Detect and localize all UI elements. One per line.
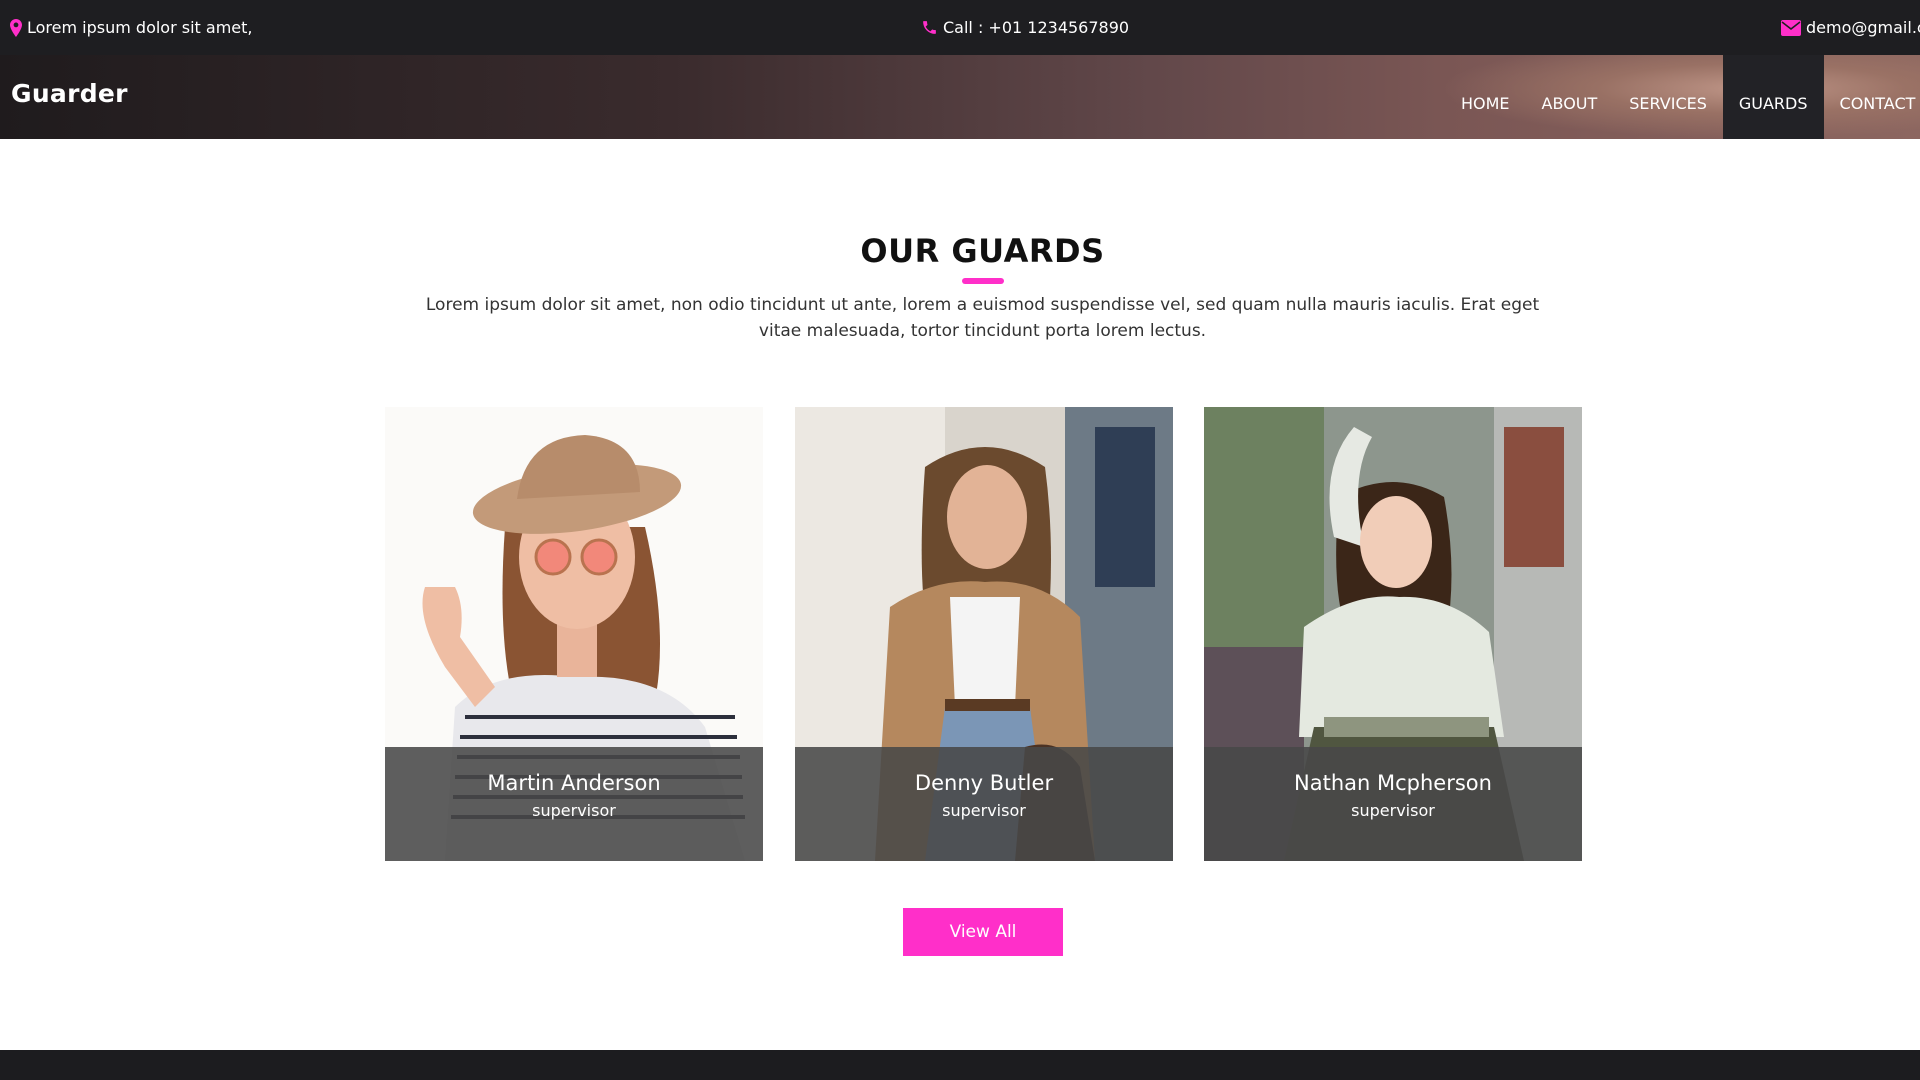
section-description: Lorem ipsum dolor sit amet, non odio tin… (425, 295, 1540, 341)
guard-card[interactable]: Nathan Mcpherson supervisor (1204, 407, 1582, 861)
address-text: Lorem ipsum dolor sit amet, (27, 18, 253, 37)
site-logo[interactable]: Guarder (11, 79, 128, 108)
phone-icon (923, 21, 936, 34)
guard-name: Martin Anderson (487, 771, 661, 795)
guard-role: supervisor (532, 801, 616, 820)
guard-card[interactable]: Denny Butler supervisor (795, 407, 1173, 861)
map-pin-icon (10, 18, 22, 37)
nav-about[interactable]: ABOUT (1526, 55, 1614, 139)
nav-home[interactable]: HOME (1445, 55, 1526, 139)
guard-name: Denny Butler (914, 771, 1054, 795)
guard-name: Nathan Mcpherson (1294, 771, 1492, 795)
email-text: demo@gmail.com (1806, 18, 1920, 37)
phone-text: Call : +01 1234567890 (943, 18, 1130, 37)
guard-caption: Nathan Mcpherson supervisor (1204, 747, 1582, 861)
guard-caption: Denny Butler supervisor (795, 747, 1173, 861)
guard-role: supervisor (942, 801, 1026, 820)
title-underline (962, 278, 1004, 284)
nav-contact[interactable]: CONTACT US (1824, 55, 1920, 139)
email-info[interactable]: demo@gmail.com (1781, 0, 1920, 55)
main-nav: HOME ABOUT SERVICES GUARDS CONTACT US (1445, 55, 1920, 139)
nav-services[interactable]: SERVICES (1613, 55, 1723, 139)
top-info-bar: Lorem ipsum dolor sit amet, Call : +01 1… (0, 0, 1920, 55)
address-info: Lorem ipsum dolor sit amet, (10, 0, 253, 55)
section-title: OUR GUARDS (860, 232, 1105, 270)
view-all-button[interactable]: View All (903, 908, 1063, 956)
footer (0, 1050, 1920, 1080)
guard-caption: Martin Anderson supervisor (385, 747, 763, 861)
site-header: Guarder HOME ABOUT SERVICES GUARDS CONTA… (0, 55, 1920, 139)
envelope-icon (1781, 19, 1801, 36)
guard-card[interactable]: Martin Anderson supervisor (385, 407, 763, 861)
phone-info[interactable]: Call : +01 1234567890 (921, 0, 1129, 55)
nav-guards[interactable]: GUARDS (1722, 55, 1824, 139)
guard-role: supervisor (1351, 801, 1435, 820)
